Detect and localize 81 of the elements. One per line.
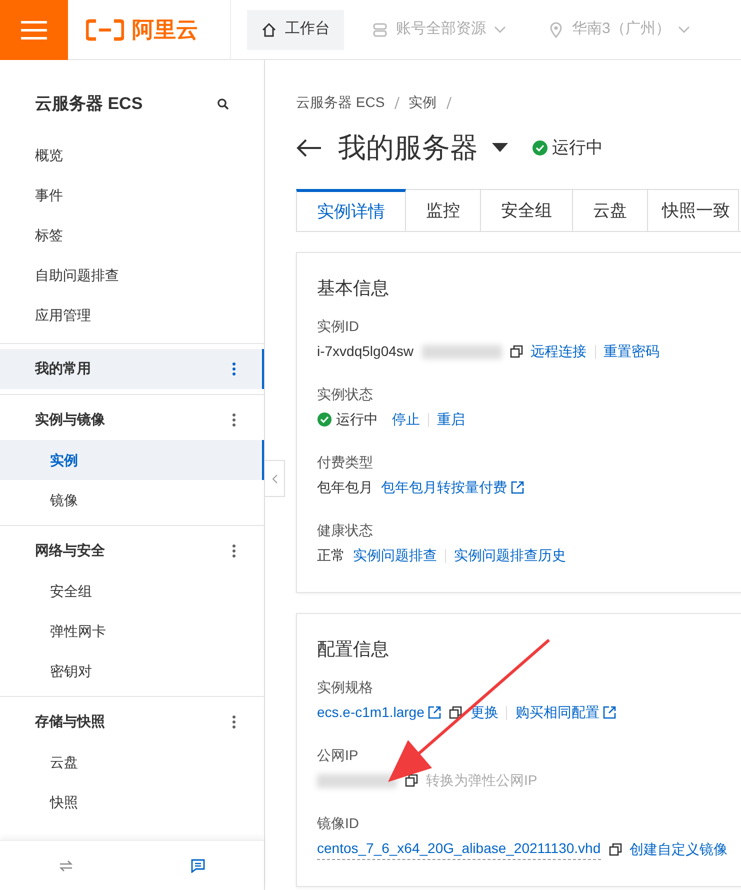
tab[interactable]: 安全组	[481, 189, 573, 231]
sidebar-item[interactable]: 事件	[0, 174, 264, 214]
breadcrumb-link[interactable]: 实例	[408, 92, 437, 113]
switch-icon[interactable]	[59, 860, 73, 872]
card-title: 基本信息	[317, 277, 390, 300]
copy-icon[interactable]	[449, 706, 462, 719]
sidebar-item[interactable]: 镜像	[0, 480, 264, 520]
menu-button[interactable]	[0, 0, 68, 60]
external-link-icon	[511, 481, 524, 494]
field-label: 镜像ID	[317, 814, 360, 833]
sidebar-item[interactable]: 概览	[0, 134, 264, 174]
sidebar-item[interactable]: 云盘	[0, 742, 264, 782]
page-title: 我的服务器	[338, 131, 478, 165]
breadcrumb-separator-icon	[392, 96, 401, 110]
field-label: 付费类型	[317, 453, 374, 472]
sidebar-item[interactable]: 标签	[0, 214, 264, 254]
field-value: 包年包月	[317, 478, 373, 497]
sidebar-item[interactable]: 安全组	[0, 570, 264, 610]
check-circle-icon	[317, 412, 332, 427]
tab[interactable]: 监控	[406, 189, 481, 231]
link[interactable]: 重启	[437, 409, 465, 430]
more-icon[interactable]	[232, 412, 236, 426]
copy-icon[interactable]	[405, 774, 418, 787]
link[interactable]: 实例问题排查历史	[454, 545, 566, 566]
tab[interactable]: 快照一致	[648, 189, 739, 231]
status-text: 运行中	[552, 137, 603, 160]
sidebar-item[interactable]: 密钥对	[0, 650, 264, 690]
tab[interactable]: 云盘	[573, 189, 648, 231]
field-value: i-7xvdq5lg04sw	[317, 342, 414, 361]
image-id-link[interactable]: centos_7_6_x64_20G_alibase_20211130.vhd	[317, 838, 601, 860]
field-label: 公网IP	[317, 746, 360, 765]
external-link-icon	[603, 706, 616, 719]
link[interactable]: 重置密码	[604, 341, 660, 362]
card-title: 配置信息	[317, 638, 390, 661]
sidebar-group-header[interactable]: 存储与快照	[0, 702, 264, 742]
link[interactable]: 停止	[392, 409, 420, 430]
sidebar-item[interactable]: 实例	[0, 440, 264, 480]
more-icon[interactable]	[232, 544, 236, 558]
more-icon[interactable]	[232, 362, 236, 376]
caret-icon[interactable]	[492, 143, 508, 153]
field-label: 实例ID	[317, 317, 360, 336]
chevron-down-icon	[494, 26, 506, 34]
back-arrow-icon[interactable]	[296, 138, 322, 158]
link[interactable]: ecs.e-c1m1.large	[317, 702, 442, 723]
link[interactable]: 更换	[470, 702, 498, 723]
status-text: 运行中	[336, 410, 378, 429]
more-icon[interactable]	[232, 714, 236, 728]
breadcrumb-separator-icon	[444, 96, 453, 110]
breadcrumb-link[interactable]: 云服务器 ECS	[296, 92, 385, 113]
menu-icon[interactable]	[21, 20, 47, 40]
chevron-down-icon	[678, 26, 690, 34]
sidebar-group-header[interactable]: 网络与安全	[0, 530, 264, 570]
location-pin-icon	[548, 22, 564, 38]
field-value: 正常	[317, 546, 345, 565]
sidebar-item[interactable]: 弹性网卡	[0, 610, 264, 650]
link[interactable]: 远程连接	[530, 341, 586, 362]
link[interactable]: 实例问题排查	[353, 545, 437, 566]
nav-button[interactable]: 工作台	[247, 10, 344, 50]
link[interactable]: 购买相同配置	[515, 702, 616, 723]
field-label: 实例规格	[317, 678, 374, 697]
message-icon[interactable]	[191, 858, 205, 872]
sidebar-item[interactable]: 快照	[0, 782, 264, 822]
sidebar-group-header[interactable]: 我的常用	[0, 348, 264, 388]
stack-icon	[372, 22, 388, 38]
sidebar-item[interactable]: 应用管理	[0, 294, 264, 334]
tab[interactable]: 实例详情	[296, 189, 406, 231]
sidebar-title: 云服务器 ECS	[35, 93, 143, 115]
home-icon	[261, 22, 277, 38]
external-link-icon	[428, 706, 442, 719]
check-circle-icon	[532, 140, 548, 156]
logo-icon	[86, 18, 124, 40]
chevron-left-icon[interactable]	[272, 474, 278, 484]
field-label: 健康状态	[317, 521, 374, 540]
copy-icon[interactable]	[608, 842, 622, 856]
link[interactable]: 创建自定义镜像	[630, 838, 728, 860]
sidebar-group-header[interactable]: 实例与镜像	[0, 400, 264, 440]
search-icon[interactable]	[217, 98, 229, 110]
field-label: 实例状态	[317, 385, 374, 404]
link[interactable]: 包年包月转按量付费	[381, 477, 524, 498]
copy-icon[interactable]	[510, 345, 522, 358]
sidebar-item[interactable]: 自助问题排查	[0, 254, 264, 294]
